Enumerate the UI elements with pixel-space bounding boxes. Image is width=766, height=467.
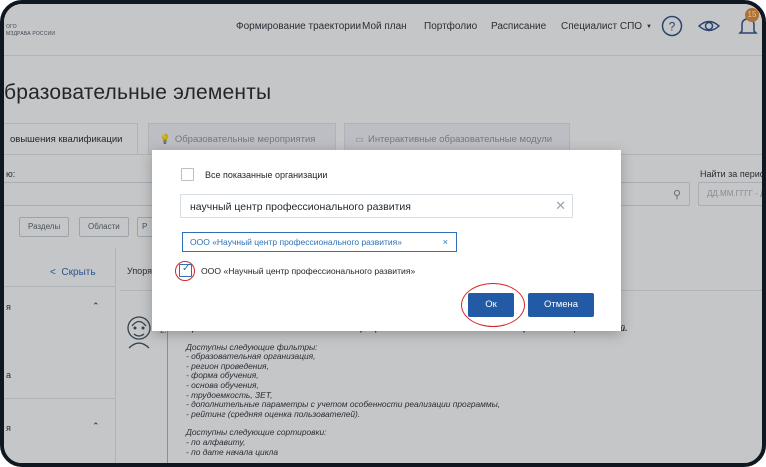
organization-search-input[interactable]: научный центр профессионального развития… <box>180 194 573 218</box>
organization-filter-dialog: Все показанные организации научный центр… <box>152 150 621 331</box>
app-window: ого мздрава россии Формирование траектор… <box>0 0 766 467</box>
organization-result-label[interactable]: ООО «Научный центр профессионального раз… <box>201 266 415 276</box>
cancel-button[interactable]: Отмена <box>528 293 594 317</box>
selected-organization-label: ООО «Научный центр профессионального раз… <box>190 237 402 247</box>
select-all-label: Все показанные организации <box>205 170 328 180</box>
selected-organization-tag[interactable]: ООО «Научный центр профессионального раз… <box>182 232 457 252</box>
remove-tag-icon[interactable]: × <box>443 233 448 251</box>
highlight-circle <box>461 283 525 327</box>
organization-search-value: научный центр профессионального развития <box>190 201 411 213</box>
highlight-circle <box>175 261 195 281</box>
select-all-checkbox[interactable] <box>181 168 194 181</box>
clear-icon[interactable]: ✕ <box>555 198 566 214</box>
